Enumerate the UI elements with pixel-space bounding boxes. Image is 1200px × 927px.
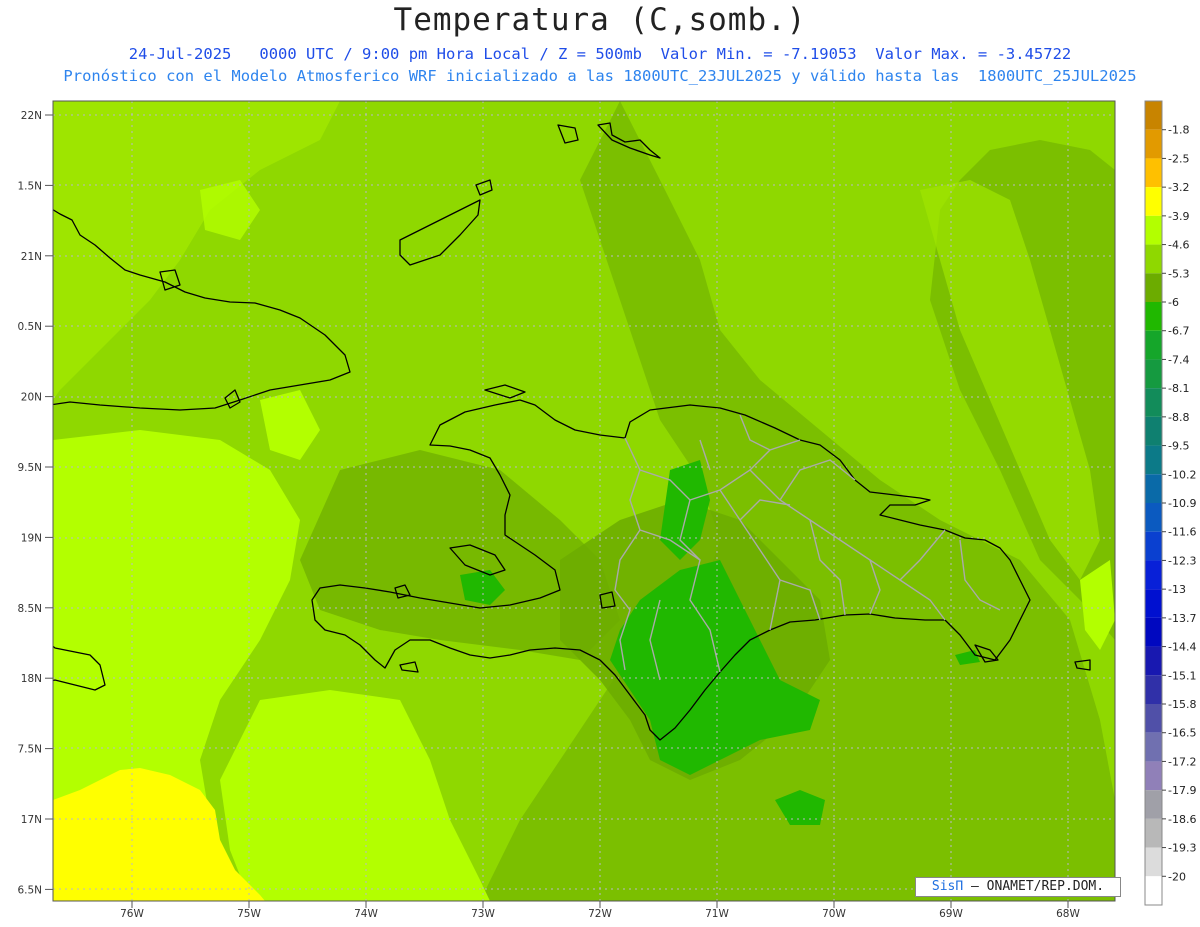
legend-label: -14.4 xyxy=(1168,641,1196,654)
legend-swatch xyxy=(1145,302,1162,331)
credit-text: – ONAMET/REP.DOM. xyxy=(971,879,1105,894)
lon-label: 71W xyxy=(705,908,729,920)
lat-label: 9.5N xyxy=(17,462,42,474)
legend-label: -6 xyxy=(1168,296,1179,309)
lat-label: 1.5N xyxy=(17,180,42,192)
legend-label: -19.3 xyxy=(1168,842,1196,855)
forecast-map: 22N 1.5N 21N 0.5N 20N 9.5N 19N 8.5N 18N 7.5N 17N 6.… xyxy=(17,100,1196,920)
legend-swatch xyxy=(1145,531,1162,561)
legend-label: -1.8 xyxy=(1168,124,1189,137)
lat-label: 19N xyxy=(21,532,42,544)
legend-swatch xyxy=(1145,129,1162,159)
lat-label: 8.5N xyxy=(17,603,42,615)
legend-swatch xyxy=(1145,790,1162,819)
legend-swatch xyxy=(1145,876,1162,905)
lon-label: 68W xyxy=(1056,908,1080,920)
lon-label: 76W xyxy=(120,908,144,920)
legend-swatch xyxy=(1145,704,1162,733)
legend-swatch xyxy=(1145,187,1162,216)
legend-label: -12.3 xyxy=(1168,554,1196,567)
lon-label: 73W xyxy=(471,908,495,920)
lon-label: 75W xyxy=(237,908,261,920)
legend-swatch xyxy=(1145,388,1162,417)
legend-swatch xyxy=(1145,818,1162,848)
legend-label: -20 xyxy=(1168,870,1186,883)
legend-label: -15.1 xyxy=(1168,669,1196,682)
legend-swatch xyxy=(1145,646,1162,676)
lat-label: 17N xyxy=(21,814,42,826)
legend-label: -18.6 xyxy=(1168,813,1196,826)
legend-label: -3.9 xyxy=(1168,210,1189,223)
lat-label: 6.5N xyxy=(17,884,42,896)
legend-label: -3.2 xyxy=(1168,181,1189,194)
legend-swatch xyxy=(1145,847,1162,877)
legend-swatch xyxy=(1145,215,1162,245)
legend-swatch xyxy=(1145,675,1162,704)
legend-label: -5.3 xyxy=(1168,267,1189,280)
legend-swatch xyxy=(1145,330,1162,360)
legend-label: -7.4 xyxy=(1168,353,1189,366)
legend-swatch xyxy=(1145,589,1162,618)
legend-swatch xyxy=(1145,560,1162,590)
legend-swatch xyxy=(1145,359,1162,389)
lat-label: 0.5N xyxy=(17,321,42,333)
sispi-logo-text: SisΠ xyxy=(931,879,964,894)
legend-label: -9.5 xyxy=(1168,440,1189,453)
legend-label: -17.2 xyxy=(1168,755,1196,768)
legend-label: -13 xyxy=(1168,583,1186,596)
legend-label: -6.7 xyxy=(1168,325,1189,338)
legend-swatch xyxy=(1145,273,1162,302)
legend-swatch xyxy=(1145,445,1162,475)
legend-swatch xyxy=(1145,732,1162,762)
legend-label: -15.8 xyxy=(1168,698,1196,711)
legend-label: -2.5 xyxy=(1168,152,1189,165)
legend-label: -10.2 xyxy=(1168,468,1196,481)
legend-label: -8.8 xyxy=(1168,411,1189,424)
lon-label: 69W xyxy=(939,908,963,920)
legend-label: -13.7 xyxy=(1168,612,1196,625)
color-legend: -1.8 -2.5 -3.2 -3.9 -4.6 -5.3 -6 -6.7 -7.4 -8.1 -8… xyxy=(1144,100,1196,906)
legend-swatch xyxy=(1145,617,1162,647)
lon-label: 74W xyxy=(354,908,378,920)
legend-label: -17.9 xyxy=(1168,784,1196,797)
lat-label: 22N xyxy=(21,110,42,122)
legend-label: -4.6 xyxy=(1168,239,1189,252)
lat-label: 20N xyxy=(21,392,42,404)
temperature-field xyxy=(53,101,1115,901)
legend-swatch xyxy=(1145,158,1162,188)
lon-label: 72W xyxy=(588,908,612,920)
credit-box: SisΠ – ONAMET/REP.DOM. xyxy=(915,877,1121,897)
legend-label: -10.9 xyxy=(1168,497,1196,510)
lat-label: 7.5N xyxy=(17,744,42,756)
legend-swatch xyxy=(1145,244,1162,274)
lat-label: 21N xyxy=(21,251,42,263)
legend-swatch xyxy=(1145,474,1162,503)
legend-swatch xyxy=(1145,101,1162,130)
legend-label: -16.5 xyxy=(1168,727,1196,740)
legend-swatch xyxy=(1145,416,1162,446)
legend-swatch xyxy=(1145,761,1162,791)
lon-label: 70W xyxy=(822,908,846,920)
legend-label: -8.1 xyxy=(1168,382,1189,395)
lat-label: 18N xyxy=(21,673,42,685)
legend-label: -11.6 xyxy=(1168,526,1196,539)
latitude-labels: 22N 1.5N 21N 0.5N 20N 9.5N 19N 8.5N 18N 7.5N 17N 6.… xyxy=(17,110,53,896)
legend-swatch xyxy=(1145,503,1162,532)
longitude-labels: 76W 75W 74W 73W 72W 71W 70W 69W 68W xyxy=(120,901,1080,920)
